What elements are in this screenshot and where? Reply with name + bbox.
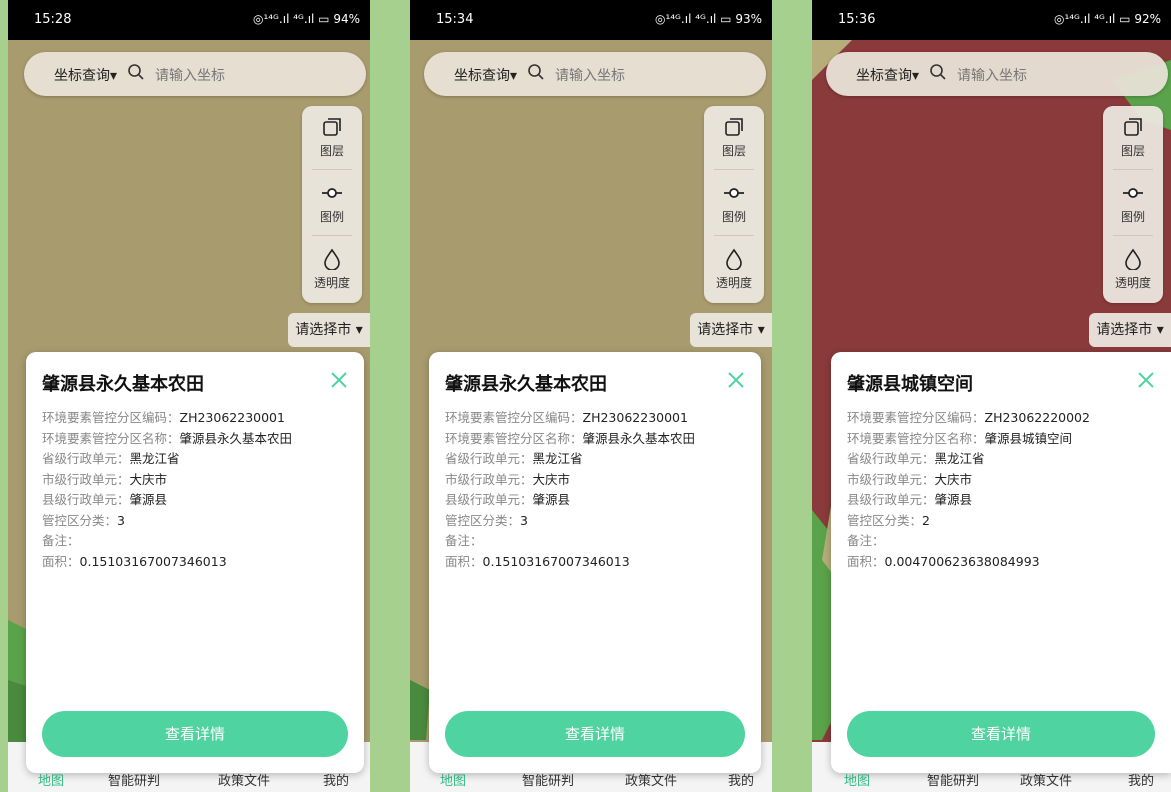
popup-fields: 环境要素管控分区编码：ZH23062230001 环境要素管控分区名称：肇源县永… <box>42 408 292 572</box>
opacity-label: 透明度 <box>1114 276 1151 290</box>
field-row: 省级行政单元：黑龙江省 <box>42 451 180 466</box>
opacity-drop-icon <box>726 248 742 270</box>
legend-button[interactable]: 图例 <box>302 172 362 236</box>
layers-label: 图层 <box>721 144 746 158</box>
field-row: 面积：0.004700623638084993 <box>847 553 1040 569</box>
opacity-label: 透明度 <box>313 276 350 290</box>
status-icons: ◎¹⁴ᴳ.ıl ⁴ᴳ.ıl ▭ 92% <box>1053 12 1161 26</box>
city-select[interactable]: 请选择市 ▾ <box>690 313 772 347</box>
city-select[interactable]: 请选择市 ▾ <box>1089 313 1171 347</box>
layers-button[interactable]: 图层 <box>704 106 764 170</box>
field-row: 面积：0.15103167007346013 <box>445 553 630 569</box>
layers-button[interactable]: 图层 <box>302 106 362 170</box>
status-time: 15:36 <box>838 12 876 27</box>
field-row: 环境要素管控分区编码：ZH23062220002 <box>847 410 1090 425</box>
field-row: 管控区分类：2 <box>847 512 930 528</box>
view-details-button[interactable]: 查看详情 <box>42 711 348 757</box>
opacity-button[interactable]: 透明度 <box>302 238 362 302</box>
field-row: 县级行政单元：肇源县 <box>445 492 571 507</box>
info-popup: 肇源县永久基本农田 环境要素管控分区编码：ZH23062230001 环境要素管… <box>26 352 364 773</box>
legend-label: 图例 <box>1120 210 1145 224</box>
search-input[interactable]: 请输入坐标 <box>555 65 625 85</box>
field-row: 省级行政单元：黑龙江省 <box>445 451 583 466</box>
opacity-button[interactable]: 透明度 <box>1103 238 1163 302</box>
layers-icon <box>1124 118 1142 136</box>
opacity-label: 透明度 <box>715 276 752 290</box>
search-bar[interactable]: 坐标查询▾ 请输入坐标 <box>24 52 366 96</box>
map-tools-panel: 图层 图例 透明度 <box>704 106 764 303</box>
layers-button[interactable]: 图层 <box>1103 106 1163 170</box>
opacity-drop-icon <box>324 248 340 270</box>
status-icons: ◎¹⁴ᴳ.ıl ⁴ᴳ.ıl ▭ 93% <box>654 12 762 26</box>
opacity-drop-icon <box>1125 248 1141 270</box>
layers-label: 图层 <box>319 144 344 158</box>
search-input[interactable]: 请输入坐标 <box>957 65 1027 85</box>
legend-label: 图例 <box>721 210 746 224</box>
field-row: 备注： <box>445 533 483 548</box>
field-row: 管控区分类：3 <box>42 512 125 528</box>
search-icon <box>128 64 144 80</box>
search-bar[interactable]: 坐标查询▾ 请输入坐标 <box>424 52 766 96</box>
map-tools-panel: 图层 图例 透明度 <box>302 106 362 303</box>
search-mode-dropdown[interactable]: 坐标查询▾ <box>856 65 919 85</box>
legend-label: 图例 <box>319 210 344 224</box>
search-mode-dropdown[interactable]: 坐标查询▾ <box>54 65 117 85</box>
status-icons: ◎¹⁴ᴳ.ıl ⁴ᴳ.ıl ▭ 94% <box>252 12 360 26</box>
field-row: 面积：0.15103167007346013 <box>42 553 227 569</box>
view-details-button[interactable]: 查看详情 <box>445 711 745 757</box>
field-row: 环境要素管控分区编码：ZH23062230001 <box>42 410 285 425</box>
search-input[interactable]: 请输入坐标 <box>155 65 225 85</box>
popup-title: 肇源县城镇空间 <box>847 374 973 395</box>
search-bar[interactable]: 坐标查询▾ 请输入坐标 <box>826 52 1168 96</box>
close-icon[interactable] <box>725 369 747 391</box>
field-row: 省级行政单元：黑龙江省 <box>847 451 985 466</box>
legend-icon <box>724 188 744 198</box>
field-row: 环境要素管控分区名称：肇源县城镇空间 <box>847 430 1073 446</box>
field-row: 环境要素管控分区名称：肇源县永久基本农田 <box>445 430 696 446</box>
layers-label: 图层 <box>1120 144 1145 158</box>
search-icon <box>528 64 544 80</box>
view-details-button[interactable]: 查看详情 <box>847 711 1155 757</box>
info-popup: 肇源县永久基本农田 环境要素管控分区编码：ZH23062230001 环境要素管… <box>429 352 761 773</box>
popup-title: 肇源县永久基本农田 <box>42 374 204 395</box>
search-icon <box>930 64 946 80</box>
field-row: 环境要素管控分区名称：肇源县永久基本农田 <box>42 430 293 446</box>
close-icon[interactable] <box>328 369 350 391</box>
phone-screen-2: 15:34 ◎¹⁴ᴳ.ıl ⁴ᴳ.ıl ▭ 93% 坐标查询▾ 请输入坐标 图层… <box>410 0 772 792</box>
opacity-button[interactable]: 透明度 <box>704 238 764 302</box>
legend-icon <box>1123 188 1143 198</box>
field-row: 备注： <box>847 533 885 548</box>
field-row: 备注： <box>42 533 80 548</box>
status-time: 15:34 <box>436 12 474 27</box>
popup-fields: 环境要素管控分区编码：ZH23062230001 环境要素管控分区名称：肇源县永… <box>445 408 695 572</box>
layers-icon <box>725 118 743 136</box>
status-bar: 15:34 ◎¹⁴ᴳ.ıl ⁴ᴳ.ıl ▭ 93% <box>410 0 772 40</box>
phone-screen-1: 15:28 ◎¹⁴ᴳ.ıl ⁴ᴳ.ıl ▭ 94% 坐标查询▾ 请输入坐标 图层… <box>8 0 370 792</box>
close-icon[interactable] <box>1135 369 1157 391</box>
legend-button[interactable]: 图例 <box>704 172 764 236</box>
layers-icon <box>323 118 341 136</box>
legend-icon <box>322 188 342 198</box>
legend-button[interactable]: 图例 <box>1103 172 1163 236</box>
popup-fields: 环境要素管控分区编码：ZH23062220002 环境要素管控分区名称：肇源县城… <box>847 408 1090 572</box>
map-tools-panel: 图层 图例 透明度 <box>1103 106 1163 303</box>
info-popup: 肇源县城镇空间 环境要素管控分区编码：ZH23062220002 环境要素管控分… <box>831 352 1171 773</box>
field-row: 环境要素管控分区编码：ZH23062230001 <box>445 410 688 425</box>
field-row: 市级行政单元：大庆市 <box>42 471 168 487</box>
field-row: 管控区分类：3 <box>445 512 528 528</box>
status-bar: 15:28 ◎¹⁴ᴳ.ıl ⁴ᴳ.ıl ▭ 94% <box>8 0 370 40</box>
popup-title: 肇源县永久基本农田 <box>445 374 607 395</box>
city-select[interactable]: 请选择市 ▾ <box>288 313 370 347</box>
field-row: 县级行政单元：肇源县 <box>42 492 168 507</box>
field-row: 县级行政单元：肇源县 <box>847 492 973 507</box>
status-time: 15:28 <box>34 12 72 27</box>
field-row: 市级行政单元：大庆市 <box>847 471 973 487</box>
status-bar: 15:36 ◎¹⁴ᴳ.ıl ⁴ᴳ.ıl ▭ 92% <box>812 0 1171 40</box>
phone-screen-3: 15:36 ◎¹⁴ᴳ.ıl ⁴ᴳ.ıl ▭ 92% 坐标查询▾ 请输入坐标 图层… <box>812 0 1171 792</box>
search-mode-dropdown[interactable]: 坐标查询▾ <box>454 65 517 85</box>
field-row: 市级行政单元：大庆市 <box>445 471 571 487</box>
